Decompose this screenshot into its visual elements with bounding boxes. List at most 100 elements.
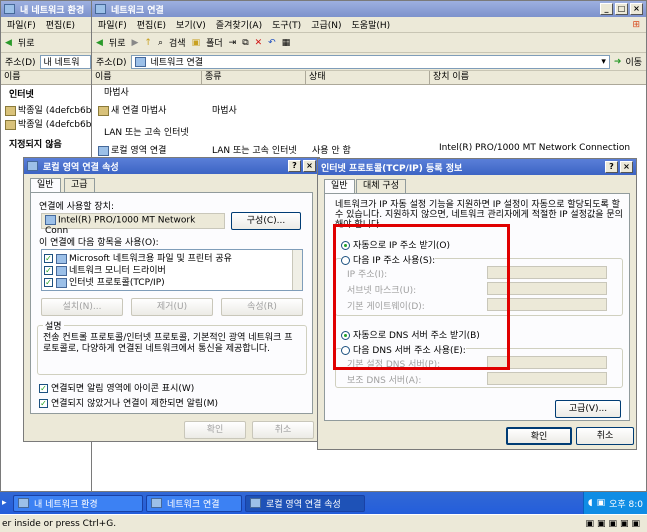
folders-button[interactable]: 폴더: [206, 36, 223, 49]
folder-icon[interactable]: ▣: [192, 38, 201, 48]
help-button[interactable]: ?: [288, 160, 301, 172]
network-icon: [250, 498, 261, 508]
dialog-title: 로컬 영역 연결 속성: [43, 162, 119, 173]
column-type[interactable]: 종류: [202, 71, 306, 84]
checkbox[interactable]: ✓: [39, 399, 48, 408]
back-button[interactable]: 뒤로: [109, 36, 126, 49]
menu-edit[interactable]: 편집(E): [46, 18, 75, 31]
volume-icon[interactable]: ◖: [588, 498, 593, 508]
column-name[interactable]: 이름: [1, 71, 95, 84]
my-network-titlebar[interactable]: 내 네트워크 환경: [1, 1, 95, 17]
checkbox[interactable]: ✓: [44, 266, 53, 275]
go-arrow-icon[interactable]: ➜: [614, 57, 622, 67]
taskbar-item[interactable]: 네트워크 연결: [146, 494, 242, 512]
clock[interactable]: 오후 8:0: [609, 497, 643, 510]
help-button[interactable]: ?: [605, 161, 618, 173]
address-input[interactable]: 내 네트워: [39, 54, 91, 69]
user-icon: [5, 105, 16, 116]
list-item[interactable]: 새 연결 마법사: [98, 103, 166, 116]
maximize-button[interactable]: □: [615, 3, 628, 15]
ok-button[interactable]: 확인: [506, 427, 572, 445]
protocol-icon: [56, 265, 67, 276]
move-to-icon[interactable]: ⇥: [229, 38, 237, 48]
protocol-icon: [56, 277, 67, 288]
column-device[interactable]: 장치 이름: [430, 71, 646, 84]
network-tray-icon[interactable]: ▣: [597, 498, 606, 508]
menu-help[interactable]: 도움말(H): [352, 18, 391, 31]
checkbox[interactable]: ✓: [39, 384, 48, 393]
column-name[interactable]: 이름: [92, 71, 202, 84]
checkbox[interactable]: ✓: [44, 254, 53, 263]
list-item[interactable]: 박종일 (4defcb6b3: [5, 103, 95, 116]
checkbox[interactable]: ✓: [44, 278, 53, 287]
menu-advanced[interactable]: 고급(N): [311, 18, 341, 31]
configure-button[interactable]: 구성(C)...: [231, 212, 301, 230]
back-arrow-icon[interactable]: ◀: [96, 38, 103, 48]
list-item-label: 로컬 영역 연결: [111, 146, 167, 156]
dropdown-arrow-icon[interactable]: ▾: [601, 57, 606, 67]
cancel-button[interactable]: 취소: [576, 427, 634, 445]
ok-button[interactable]: 확인: [184, 421, 246, 439]
menu-favorites[interactable]: 즐겨찾기(A): [216, 18, 262, 31]
alternate-dns-field[interactable]: [487, 372, 607, 385]
checkbox-label: 연결되지 않았거나 연결이 제한되면 알림(M): [51, 399, 218, 409]
copy-to-icon[interactable]: ⧉: [242, 38, 248, 48]
list-item[interactable]: 로컬 영역 연결: [98, 143, 166, 156]
advanced-button[interactable]: 고급(V)...: [555, 400, 621, 418]
items-list[interactable]: ✓ Microsoft 네트워크용 파일 및 프린터 공유 ✓ 네트워크 모니터 드…: [41, 249, 303, 291]
cancel-button[interactable]: 취소: [252, 421, 314, 439]
search-button[interactable]: 검색: [169, 36, 186, 49]
tab-alternate[interactable]: 대체 구성: [356, 179, 406, 193]
menu-view[interactable]: 보기(V): [176, 18, 206, 31]
taskbar-item[interactable]: 내 네트워크 환경: [13, 494, 143, 512]
address-value: 네트워크 연결: [150, 58, 204, 68]
tcpip-titlebar[interactable]: 인터넷 프로토콜(TCP/IP) 등록 정보 ? ×: [318, 159, 636, 175]
undo-icon[interactable]: ↶: [268, 38, 276, 48]
back-arrow-icon[interactable]: ◀: [5, 38, 12, 48]
section-unspecified: 지정되지 않음: [9, 140, 62, 150]
close-button[interactable]: ×: [630, 3, 643, 15]
close-button[interactable]: ×: [303, 160, 316, 172]
wizard-icon: [98, 105, 109, 116]
close-button[interactable]: ×: [620, 161, 633, 173]
list-item-status: 사용 안 함: [312, 146, 351, 156]
notify-checkbox[interactable]: ✓ 연결되지 않았거나 연결이 제한되면 알림(M): [39, 396, 218, 409]
network-icon: [18, 498, 29, 508]
network-connection-icon: [98, 145, 109, 156]
install-button[interactable]: 설치(N)...: [41, 298, 123, 316]
list-item-label: 인터넷 프로토콜(TCP/IP): [69, 278, 165, 288]
forward-arrow-icon[interactable]: ▶: [131, 38, 138, 48]
network-connections-titlebar[interactable]: 네트워크 연결 _ □ ×: [92, 1, 646, 17]
uninstall-button[interactable]: 제거(U): [131, 298, 213, 316]
menu-file[interactable]: 파일(F): [7, 18, 36, 31]
system-tray: ◖ ▣ 오후 8:0: [582, 492, 647, 514]
tab-advanced[interactable]: 고급: [64, 178, 95, 192]
properties-titlebar[interactable]: 로컬 영역 연결 속성 ? ×: [24, 158, 319, 174]
delete-icon[interactable]: ✕: [255, 38, 263, 48]
column-status[interactable]: 상태: [306, 71, 430, 84]
up-folder-icon[interactable]: ↑: [144, 38, 152, 48]
views-icon[interactable]: ▦: [282, 38, 291, 48]
back-button[interactable]: 뒤로: [18, 36, 35, 49]
list-item[interactable]: ✓ 인터넷 프로토콜(TCP/IP): [44, 275, 165, 288]
properties-button[interactable]: 속성(R): [221, 298, 303, 316]
go-button[interactable]: 이동: [625, 55, 642, 68]
tab-general[interactable]: 일반: [30, 178, 61, 192]
search-icon[interactable]: ⌕: [158, 38, 163, 48]
network-icon: [27, 161, 38, 171]
start-icon[interactable]: ▸: [2, 498, 10, 508]
dialog-title: 인터넷 프로토콜(TCP/IP) 등록 정보: [321, 163, 463, 174]
description-label: 설명: [43, 319, 64, 332]
menu-edit[interactable]: 편집(E): [137, 18, 166, 31]
address-input[interactable]: 네트워크 연결 ▾: [130, 54, 610, 69]
taskbar-item[interactable]: 로컬 영역 연결 속성: [245, 494, 365, 512]
list-item[interactable]: 박종일 (4defcb6b3: [5, 117, 95, 130]
menu-file[interactable]: 파일(F): [98, 18, 127, 31]
minimize-button[interactable]: _: [600, 3, 613, 15]
tab-general[interactable]: 일반: [324, 179, 355, 193]
taskbar-label: 내 네트워크 환경: [34, 499, 98, 510]
menu-tools[interactable]: 도구(T): [272, 18, 301, 31]
window-title: 내 네트워크 환경: [20, 5, 85, 16]
list-scrollbar[interactable]: [292, 250, 302, 290]
show-icon-checkbox[interactable]: ✓ 연결되면 알림 영역에 아이콘 표시(W): [39, 381, 194, 394]
